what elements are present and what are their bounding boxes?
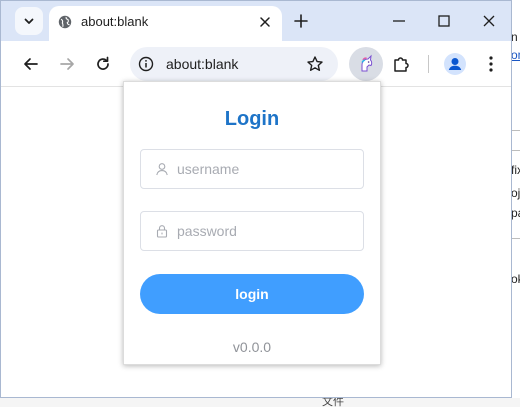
extension-button[interactable] (349, 47, 383, 81)
username-field[interactable] (140, 149, 364, 189)
background-text: ok (511, 272, 520, 286)
forward-icon[interactable] (57, 54, 77, 74)
plus-icon[interactable] (291, 11, 311, 31)
profile-button[interactable] (444, 53, 466, 75)
background-bottom: 文件 (0, 398, 520, 407)
tab-search-button[interactable] (15, 7, 43, 35)
info-icon[interactable] (138, 56, 154, 72)
user-icon (156, 163, 168, 176)
password-field[interactable] (140, 211, 364, 251)
close-icon[interactable] (479, 11, 499, 31)
address-bar[interactable]: about:blank (130, 47, 338, 81)
background-divider (511, 150, 520, 151)
background-text: oj (511, 186, 520, 200)
chevron-down-icon (24, 18, 34, 24)
extension-popup: Login login v0.0.0 (123, 81, 381, 365)
maximize-icon[interactable] (434, 11, 454, 31)
background-divider (511, 130, 520, 131)
back-icon[interactable] (21, 54, 41, 74)
star-icon[interactable] (306, 55, 324, 73)
version-label: v0.0.0 (232, 339, 272, 355)
popup-title: Login (224, 108, 280, 130)
toolbar-divider (428, 55, 429, 73)
background-text: fix (511, 163, 520, 177)
unicorn-extension-icon (361, 54, 373, 72)
tab-active[interactable]: about:blank (49, 6, 282, 41)
reload-icon[interactable] (93, 54, 113, 74)
puzzle-icon[interactable] (391, 54, 411, 74)
more-icon[interactable] (481, 54, 501, 74)
globe-icon (58, 15, 72, 29)
username-input[interactable] (177, 150, 357, 188)
tab-title: about:blank (81, 14, 149, 29)
background-link[interactable]: on (511, 48, 520, 62)
background-text: pa (511, 206, 520, 220)
minimize-icon[interactable] (389, 11, 409, 31)
close-icon[interactable] (257, 14, 273, 30)
profile-icon (448, 58, 462, 70)
lock-icon (156, 225, 168, 238)
background-text: 文件 (322, 398, 344, 407)
login-button[interactable]: login (140, 274, 364, 314)
password-input[interactable] (177, 212, 357, 250)
background-divider (511, 238, 520, 239)
background-text: n (511, 30, 518, 44)
address-text[interactable]: about:blank (166, 56, 238, 72)
tab-strip: about:blank (1, 1, 511, 41)
